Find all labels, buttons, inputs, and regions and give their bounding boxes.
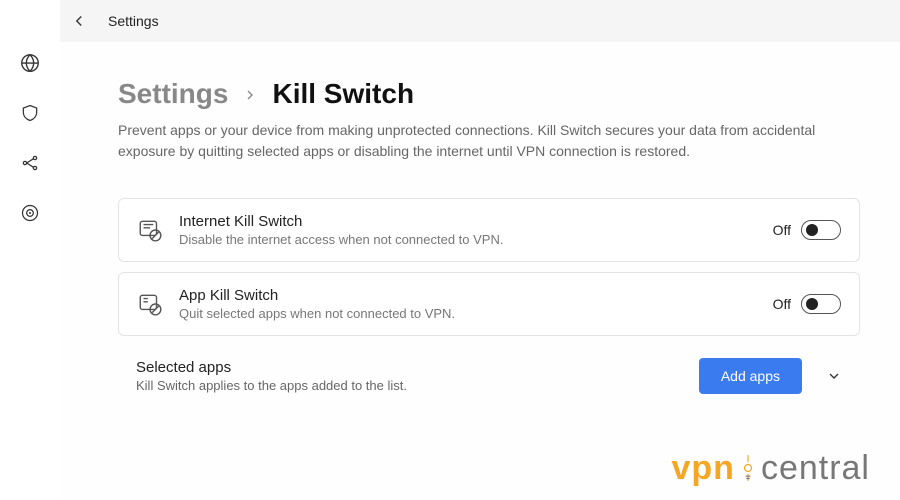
main-panel: Settings Kill Switch Prevent apps or you…	[60, 42, 900, 500]
network-icon[interactable]	[19, 152, 41, 174]
selected-apps-sub: Kill Switch applies to the apps added to…	[136, 378, 683, 393]
add-apps-button[interactable]: Add apps	[699, 358, 802, 394]
app-kill-state: Off	[773, 296, 791, 312]
topbar-title: Settings	[108, 13, 159, 29]
internet-kill-toggle[interactable]	[801, 220, 841, 240]
breadcrumb-leaf: Kill Switch	[272, 78, 414, 110]
watermark-part2: central	[761, 449, 870, 488]
internet-kill-sub: Disable the internet access when not con…	[179, 232, 757, 247]
topbar: Settings	[60, 0, 900, 42]
app-kill-sub: Quit selected apps when not connected to…	[179, 306, 757, 321]
watermark-part1: vpn	[671, 449, 734, 488]
app-block-icon	[137, 291, 163, 317]
expand-chevron-down-icon[interactable]	[826, 368, 842, 384]
selected-apps-row: Selected apps Kill Switch applies to the…	[118, 346, 860, 406]
globe-block-icon	[137, 217, 163, 243]
app-kill-toggle[interactable]	[801, 294, 841, 314]
internet-kill-title: Internet Kill Switch	[179, 213, 757, 230]
back-arrow-icon[interactable]	[70, 12, 88, 30]
internet-kill-switch-row: Internet Kill Switch Disable the interne…	[118, 198, 860, 262]
sidebar	[0, 0, 60, 500]
shield-icon[interactable]	[19, 102, 41, 124]
globe-icon[interactable]	[19, 52, 41, 74]
chevron-right-icon	[242, 87, 258, 103]
bulb-icon	[741, 448, 755, 488]
app-kill-switch-row: App Kill Switch Quit selected apps when …	[118, 272, 860, 336]
app-kill-title: App Kill Switch	[179, 287, 757, 304]
breadcrumb: Settings Kill Switch	[118, 78, 860, 110]
page-description: Prevent apps or your device from making …	[118, 120, 838, 162]
target-icon[interactable]	[19, 202, 41, 224]
selected-apps-title: Selected apps	[136, 359, 683, 376]
breadcrumb-root[interactable]: Settings	[118, 78, 228, 110]
watermark-logo: vpn central	[671, 448, 870, 488]
internet-kill-state: Off	[773, 222, 791, 238]
